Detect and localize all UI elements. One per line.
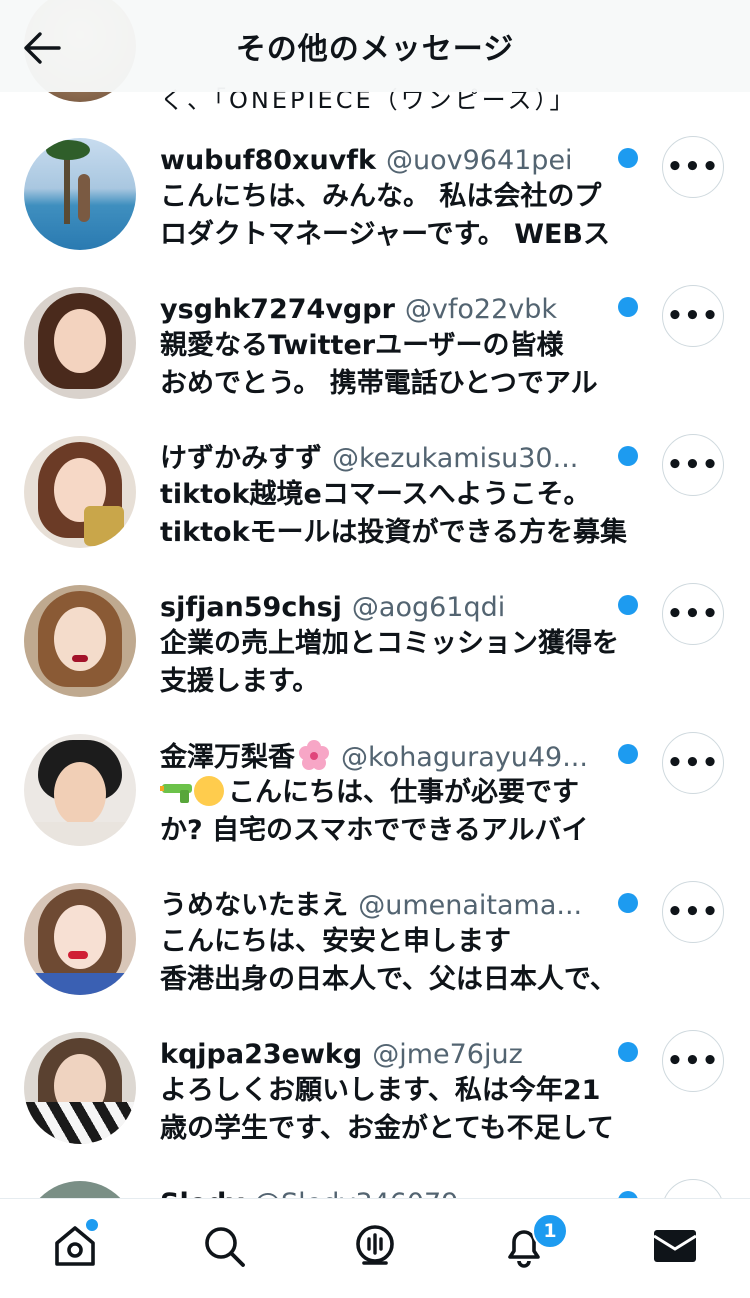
list-item[interactable]: sjfjan59chsj @aog61qdi 企業の売上増加とコミッション獲得を … [0, 583, 750, 734]
back-button[interactable] [22, 28, 62, 68]
sender-handle: @jme76juz [372, 1039, 523, 1070]
message-preview: よろしくお願いします、私は今年21 歳の学生です、お金がとても不足して [160, 1072, 650, 1148]
more-options-button[interactable]: ••• [662, 1030, 724, 1092]
home-new-indicator [84, 1217, 100, 1233]
sender-name: 金澤万梨香 [160, 742, 295, 773]
message-preview: こんにちは、仕事が必要です か? 自宅のスマホでできるアルバイ [160, 774, 650, 850]
list-item[interactable]: wubuf80xuvfk @uov9641pei こんにちは、みんな。 私は会社の… [0, 136, 750, 287]
message-preview-line: 香港出身の日本人で、父は日本人で、 [160, 964, 617, 995]
more-options-button[interactable]: ••• [662, 434, 724, 496]
sender-line: sjfjan59chsj @aog61qdi [160, 589, 610, 627]
unread-indicator [618, 595, 638, 615]
sender-handle: @aog61qdi [351, 592, 506, 623]
message-request-list: く、「ONEPIECE（ワンピース）」 wubuf80xuvfk @uov9641… [0, 0, 750, 1198]
sender-name: うめないたまえ [160, 890, 349, 921]
tab-messages[interactable] [650, 1221, 700, 1271]
message-preview-line: tiktok越境eコマースへようこそ。 [160, 479, 591, 510]
list-item[interactable]: うめないたまえ @umenaitama... こんにちは、安安と申します 香港出身… [0, 881, 750, 1032]
list-item[interactable]: kqjpa23ewkg @jme76juz よろしくお願いします、私は今年21 歳… [0, 1030, 750, 1181]
message-preview-line: 企業の売上増加とコミッション獲得を [160, 628, 619, 659]
list-item[interactable]: Sledy @Sledy346079 ••• [0, 1179, 750, 1198]
avatar[interactable] [24, 138, 136, 250]
message-preview: こんにちは、みんな。 私は会社のプ ロダクトマネージャーです。 WEBス [160, 178, 650, 254]
sender-name: kqjpa23ewkg [160, 1039, 363, 1070]
spaces-microphone-icon [356, 1225, 394, 1265]
top-bar: その他のメッセージ [0, 0, 750, 92]
more-options-button[interactable]: ••• [662, 881, 724, 943]
list-item[interactable]: 金澤万梨香 @kohagurayu49... こんにちは、仕事が必要です か? 自… [0, 732, 750, 883]
sender-line: けずかみすず @kezukamisu30... [160, 440, 610, 478]
tab-spaces[interactable] [350, 1221, 400, 1271]
more-options-button[interactable]: ••• [662, 1179, 724, 1198]
sender-handle: @vfo22vbk [404, 294, 558, 325]
page-title: その他のメッセージ [235, 32, 515, 67]
message-preview-line: か? 自宅のスマホでできるアルバイ [160, 815, 589, 846]
sender-line: ysghk7274vgpr @vfo22vbk [160, 291, 610, 329]
sender-name: Sledy [160, 1188, 244, 1198]
message-preview-line: 親愛なるTwitterユーザーの皆様 [160, 330, 564, 361]
more-options-button[interactable]: ••• [662, 136, 724, 198]
message-preview-line: ロダクトマネージャーです。 WEBス [160, 219, 610, 250]
unread-indicator [618, 1042, 638, 1062]
sender-handle: @uov9641pei [385, 145, 573, 176]
message-preview: 企業の売上増加とコミッション獲得を 支援します。 [160, 625, 650, 701]
sender-line: うめないたまえ @umenaitama... [160, 887, 610, 925]
sender-handle: @Sledy346079 [254, 1188, 458, 1198]
more-options-button[interactable]: ••• [662, 285, 724, 347]
message-preview-line: tiktokモールは投資ができる方を募集 [160, 517, 627, 548]
search-icon [205, 1227, 245, 1267]
message-preview-line: こんにちは、みんな。 私は会社のプ [160, 181, 602, 212]
sender-handle: @kohagurayu49... [341, 742, 588, 773]
sender-name: ysghk7274vgpr [160, 294, 395, 325]
avatar[interactable] [24, 1032, 136, 1144]
avatar[interactable] [24, 436, 136, 548]
sender-name: sjfjan59chsj [160, 592, 342, 623]
avatar[interactable] [24, 585, 136, 697]
avatar[interactable] [24, 883, 136, 995]
message-preview-line: 支援します。 [160, 666, 320, 697]
arrow-left-icon [24, 32, 61, 64]
sender-name: wubuf80xuvfk [160, 145, 376, 176]
unread-indicator [618, 1191, 638, 1198]
sender-line: kqjpa23ewkg @jme76juz [160, 1036, 610, 1074]
message-preview-line: 歳の学生です、お金がとても不足して [160, 1113, 614, 1144]
list-item[interactable]: けずかみすず @kezukamisu30... tiktok越境eコマースへようこ… [0, 434, 750, 585]
unread-indicator [618, 297, 638, 317]
unread-indicator [618, 744, 638, 764]
envelope-icon [653, 1230, 697, 1262]
sender-line: 金澤万梨香 @kohagurayu49... [160, 738, 610, 776]
sender-handle: @umenaitama... [358, 890, 583, 921]
more-options-button[interactable]: ••• [662, 583, 724, 645]
avatar[interactable] [24, 734, 136, 846]
tab-search[interactable] [199, 1221, 249, 1271]
message-preview: 親愛なるTwitterユーザーの皆様 おめでとう。 携帯電話ひとつでアル [160, 327, 650, 403]
sender-handle: @kezukamisu30... [332, 443, 579, 474]
sender-line: Sledy @Sledy346079 [160, 1185, 610, 1198]
sender-name: けずかみすず [160, 443, 322, 474]
unread-indicator [618, 446, 638, 466]
message-preview-line: こんにちは、仕事が必要です [160, 774, 650, 812]
message-preview-line: こんにちは、安安と申します [160, 926, 511, 957]
avatar[interactable] [24, 287, 136, 399]
laughing-tears-icon [194, 776, 224, 806]
message-preview-text: こんにちは、仕事が必要です [228, 777, 579, 808]
avatar[interactable] [24, 1181, 136, 1198]
sender-line: wubuf80xuvfk @uov9641pei [160, 142, 610, 180]
message-preview-line: よろしくお願いします、私は今年21 [160, 1075, 601, 1106]
notification-count-badge: 1 [532, 1213, 568, 1249]
unread-indicator [618, 148, 638, 168]
list-item[interactable]: ysghk7274vgpr @vfo22vbk 親愛なるTwitterユーザーの皆… [0, 285, 750, 436]
message-preview: tiktok越境eコマースへようこそ。 tiktokモールは投資ができる方を募集 [160, 476, 650, 552]
message-preview-line: おめでとう。 携帯電話ひとつでアル [160, 368, 598, 399]
unread-indicator [618, 893, 638, 913]
water-pistol-icon [160, 784, 192, 803]
message-preview: こんにちは、安安と申します 香港出身の日本人で、父は日本人で、 [160, 923, 650, 999]
more-options-button[interactable]: ••• [662, 732, 724, 794]
bottom-navigation: 1 [0, 1198, 750, 1298]
cherry-blossom-icon [299, 740, 329, 770]
